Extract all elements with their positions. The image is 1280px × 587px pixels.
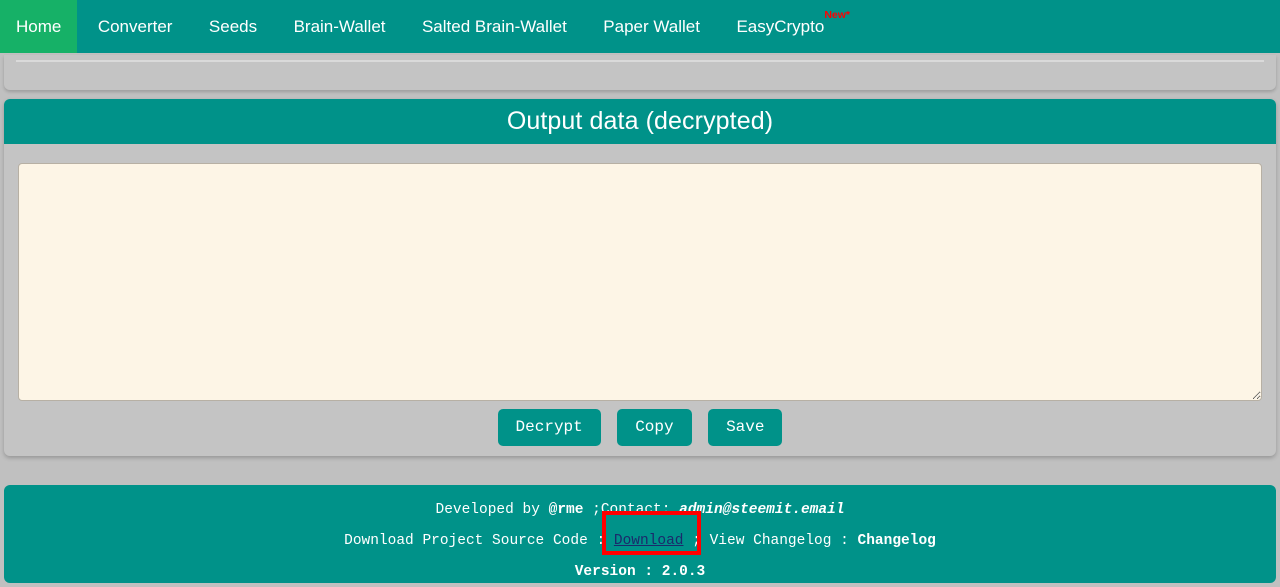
nav-item-paper-wallet[interactable]: Paper Wallet [587, 0, 716, 53]
previous-section-panel [4, 55, 1276, 90]
changelog-prefix: ; View Changelog : [683, 533, 858, 549]
nav-item-label: Paper Wallet [603, 17, 700, 36]
nav-item-easycrypto[interactable]: EasyCryptoNew* [720, 0, 866, 53]
nav-item-converter[interactable]: Converter [82, 0, 189, 53]
nav-item-label: Salted Brain-Wallet [421, 17, 567, 36]
nav-item-label: Home [16, 17, 62, 36]
save-button[interactable]: Save [708, 409, 783, 446]
nav-item-label: Seeds [208, 17, 258, 36]
credit-prefix: Developed by [435, 502, 549, 518]
nav-item-seeds[interactable]: Seeds [193, 0, 273, 53]
changelog-link[interactable]: Changelog [858, 533, 936, 549]
nav-item-label: Converter [97, 17, 173, 36]
author-handle: @rme [548, 502, 584, 518]
new-badge: New* [824, 9, 850, 22]
download-source-link[interactable]: Download [614, 533, 684, 549]
output-data-card: Output data (decrypted) Decrypt Copy Sav… [4, 99, 1276, 456]
footer-version-line: Version : 2.0.3 [574, 564, 706, 580]
nav-item-brain-wallet[interactable]: Brain-Wallet [278, 0, 402, 53]
nav-item-salted-brain-wallet[interactable]: Salted Brain-Wallet [406, 0, 583, 53]
source-code-prefix: Download Project Source Code : [344, 533, 614, 549]
panel-divider [16, 60, 1264, 62]
nav-item-label: Brain-Wallet [293, 17, 386, 36]
card-header-title: Output data (decrypted) [4, 99, 1276, 144]
main-navigation: Home Converter Seeds Brain-Wallet Salted… [0, 0, 1280, 53]
footer-links-line: Download Project Source Code : Download … [4, 526, 1276, 557]
action-button-row: Decrypt Copy Save [4, 409, 1276, 446]
decrypt-button[interactable]: Decrypt [497, 409, 601, 446]
page-footer: Developed by @rme ;Contact: admin@steemi… [4, 485, 1276, 583]
nav-item-home[interactable]: Home [0, 0, 78, 53]
copy-button[interactable]: Copy [617, 409, 692, 446]
footer-credit-line: Developed by @rme ;Contact: admin@steemi… [4, 495, 1276, 526]
output-data-textarea[interactable] [18, 163, 1262, 401]
nav-item-label: EasyCrypto [736, 17, 825, 36]
contact-prefix: ;Contact: [583, 502, 680, 518]
contact-email: admin@steemit.email [679, 502, 845, 518]
